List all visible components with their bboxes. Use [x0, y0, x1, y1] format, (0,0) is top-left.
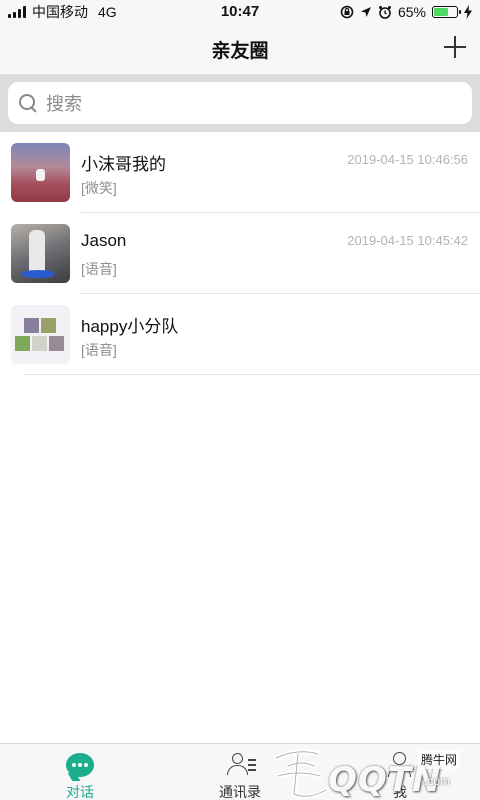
- chat-list-item[interactable]: Jason 2019-04-15 10:45:42 [语音]: [0, 213, 480, 294]
- search-icon: [18, 93, 38, 113]
- tab-me[interactable]: 我: [320, 744, 480, 800]
- lock-rotation-icon: [340, 5, 354, 19]
- tab-label: 我: [393, 784, 407, 800]
- search-placeholder: 搜索: [46, 94, 82, 114]
- battery-icon: [432, 6, 461, 18]
- tab-label: 对话: [66, 784, 94, 800]
- status-bar: 中国移动 4G 10:47 65%: [0, 0, 480, 24]
- location-icon: [360, 7, 371, 17]
- chat-time: 2019-04-15 10:46:56: [347, 152, 468, 167]
- tab-chat[interactable]: 对话: [0, 744, 160, 800]
- search-input[interactable]: 搜索: [8, 82, 472, 124]
- chat-name: 小沫哥我的: [81, 155, 166, 174]
- group-avatar: [11, 305, 70, 364]
- alarm-icon: [378, 6, 391, 19]
- charging-icon: [464, 5, 472, 19]
- page-title: 亲友圈: [211, 41, 269, 62]
- chat-name: happy小分队: [81, 317, 179, 336]
- user-icon: [388, 752, 412, 778]
- add-button[interactable]: [442, 34, 468, 60]
- nav-bar: 亲友圈: [0, 24, 480, 74]
- contacts-icon: [226, 753, 256, 777]
- chat-last-message: [语音]: [81, 342, 117, 358]
- divider: [24, 374, 480, 375]
- chat-last-message: [语音]: [81, 261, 117, 277]
- search-section: 搜索: [0, 74, 480, 132]
- chat-list-item[interactable]: happy小分队 [语音]: [0, 294, 480, 375]
- chat-bubble-icon: [66, 753, 94, 777]
- avatar: [11, 143, 70, 202]
- chat-last-message: [微笑]: [81, 180, 117, 196]
- tab-label: 通讯录: [219, 784, 261, 800]
- chat-list-item[interactable]: 小沫哥我的 2019-04-15 10:46:56 [微笑]: [0, 132, 480, 213]
- avatar: [11, 224, 70, 283]
- tab-contacts[interactable]: 通讯录: [160, 744, 320, 800]
- chat-list: 小沫哥我的 2019-04-15 10:46:56 [微笑] Jason 201…: [0, 132, 480, 375]
- battery-percent: 65%: [397, 4, 426, 20]
- status-right: 65%: [340, 3, 472, 21]
- tab-bar: 对话 通讯录 我: [0, 743, 480, 800]
- chat-time: 2019-04-15 10:45:42: [347, 233, 468, 248]
- chat-name: Jason: [81, 231, 127, 250]
